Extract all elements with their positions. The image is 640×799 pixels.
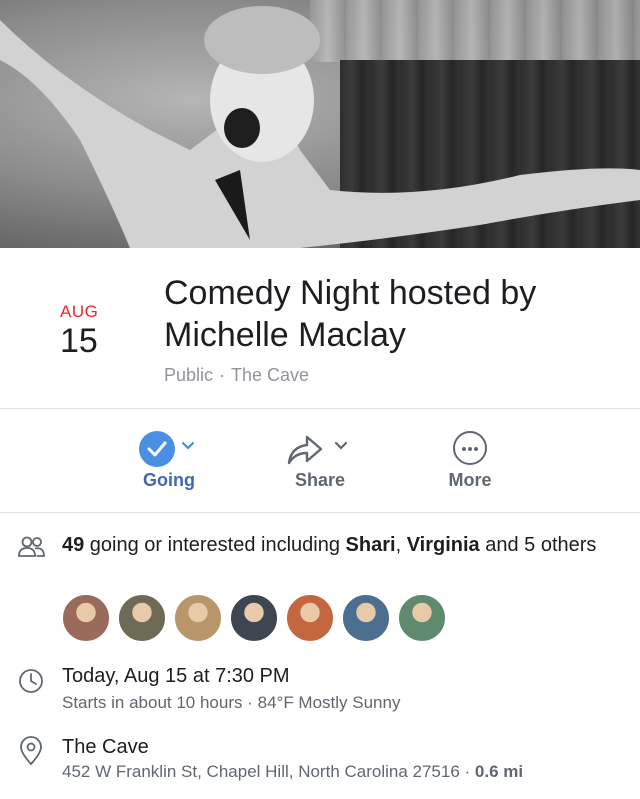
location-pin-icon bbox=[20, 736, 42, 766]
subtitle-separator: · bbox=[219, 365, 226, 385]
guest-count: 49 bbox=[62, 534, 85, 556]
cover-photo-figure bbox=[0, 6, 640, 248]
event-date-day: 15 bbox=[60, 322, 98, 360]
event-title: Comedy Night hosted by Michelle Maclay bbox=[164, 274, 537, 354]
going-check-icon bbox=[139, 431, 175, 467]
actions-divider bbox=[0, 512, 640, 513]
guest-avatar-2[interactable] bbox=[118, 594, 166, 642]
clock-icon bbox=[19, 669, 43, 693]
going-label: Going bbox=[143, 470, 195, 490]
event-action-bar: Going Share More bbox=[0, 409, 640, 512]
event-venue-link[interactable]: The Cave bbox=[231, 365, 309, 385]
address-separator: · bbox=[459, 762, 475, 781]
guest-avatar-3[interactable] bbox=[174, 594, 222, 642]
event-location-address: 452 W Franklin St, Chapel Hill, North Ca… bbox=[62, 762, 460, 781]
event-location-address-line[interactable]: 452 W Franklin St, Chapel Hill, North Ca… bbox=[62, 762, 523, 782]
guest-summary-comma: , bbox=[395, 534, 407, 556]
guest-summary-suffix: and 5 others bbox=[479, 534, 597, 556]
going-chevron-down-icon bbox=[181, 441, 195, 450]
people-icon bbox=[18, 536, 45, 557]
guest-avatar-6[interactable] bbox=[342, 594, 390, 642]
guest-avatar-4[interactable] bbox=[230, 594, 278, 642]
share-button[interactable]: Share bbox=[250, 409, 390, 512]
share-chevron-down-icon bbox=[334, 441, 348, 450]
more-ellipsis-icon bbox=[453, 431, 487, 465]
guest-summary[interactable]: 49 going or interested including Shari, … bbox=[62, 533, 622, 558]
share-label: Share bbox=[294, 470, 346, 490]
event-cover-photo[interactable] bbox=[0, 0, 640, 248]
more-label: More bbox=[448, 470, 492, 490]
guest-avatar-5[interactable] bbox=[286, 594, 334, 642]
event-location-distance: 0.6 mi bbox=[474, 762, 524, 781]
more-button[interactable]: More bbox=[400, 409, 540, 512]
event-subtitle: Public · The Cave bbox=[164, 365, 309, 386]
guest-avatar-1[interactable] bbox=[62, 594, 110, 642]
event-privacy: Public bbox=[164, 365, 214, 385]
guest-name-shari[interactable]: Shari bbox=[346, 534, 396, 556]
going-button[interactable]: Going bbox=[99, 409, 239, 512]
event-time[interactable]: Today, Aug 15 at 7:30 PM bbox=[62, 665, 290, 688]
guest-name-virginia[interactable]: Virginia bbox=[407, 534, 480, 556]
event-date-month: AUG bbox=[60, 302, 99, 321]
share-arrow-icon bbox=[287, 435, 323, 465]
guest-avatar-7[interactable] bbox=[398, 594, 446, 642]
event-weather: Starts in about 10 hours · 84°F Mostly S… bbox=[62, 693, 401, 712]
guest-summary-prefix: going or interested including bbox=[84, 534, 346, 556]
event-location-name[interactable]: The Cave bbox=[62, 736, 149, 759]
